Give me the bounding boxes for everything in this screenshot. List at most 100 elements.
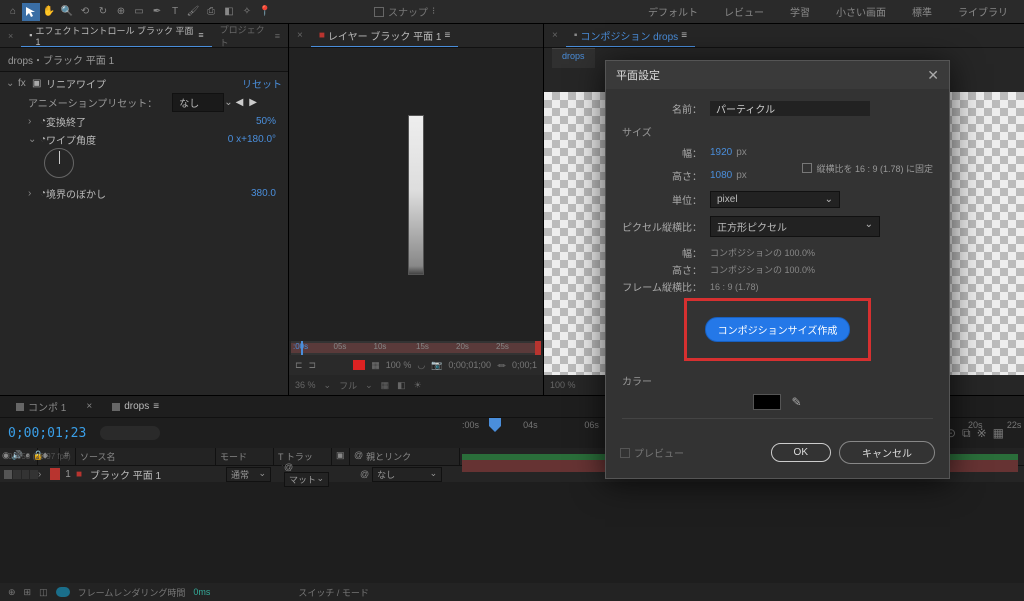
preset-prev-icon[interactable]: ◀ [233, 97, 247, 108]
in-point-icon[interactable]: ⊏ [295, 360, 303, 371]
camera-icon[interactable]: 📷 [431, 360, 442, 371]
ok-button[interactable]: OK [771, 443, 831, 462]
puppet-tool-icon[interactable]: 📍 [256, 3, 274, 21]
workspace-learn[interactable]: 学習 [778, 2, 822, 21]
twirl-down-icon[interactable]: ⌄ [28, 134, 40, 145]
eraser-tool-icon[interactable]: ◧ [220, 3, 238, 21]
timeline-tab-drops[interactable]: drops ≡ [102, 396, 169, 417]
preview-checkbox[interactable]: プレビュー [620, 445, 684, 460]
render-percent[interactable]: 100 % [386, 360, 412, 370]
toggle-modes-icon[interactable]: ⊞ [24, 587, 32, 598]
work-area-end[interactable] [535, 341, 541, 355]
timeline-tab-comp1[interactable]: コンポ 1 [6, 396, 76, 417]
zoom-percent[interactable]: 36 % [295, 380, 316, 390]
height-input[interactable]: 1080 [710, 170, 732, 181]
mask-icon[interactable]: ▣ [32, 78, 46, 89]
layer-color-label[interactable] [50, 468, 60, 480]
playhead-icon[interactable] [487, 418, 503, 436]
twirl-right-icon[interactable]: › [28, 188, 40, 199]
layer-name[interactable]: ブラック 平面 1 [86, 467, 226, 482]
home-icon[interactable]: ⌂ [4, 3, 22, 21]
exposure-icon[interactable]: ☀ [414, 380, 422, 391]
workspace-standard[interactable]: 標準 [900, 2, 944, 21]
pickwhip-icon[interactable]: @ [284, 462, 293, 472]
tab-layer-viewer[interactable]: ■ レイヤー ブラック 平面 1 ≡ [311, 24, 459, 47]
twirl-right-icon[interactable]: › [38, 469, 50, 480]
preset-dropdown[interactable]: なし [172, 93, 224, 112]
eyedropper-icon[interactable]: ✎ [791, 395, 801, 409]
track-matte-dropdown[interactable]: マット⌄ [284, 472, 329, 487]
twirl-right-icon[interactable]: › [28, 116, 40, 127]
zoom-percent[interactable]: 100 % [550, 380, 576, 390]
close-panel-icon[interactable]: × [0, 24, 21, 47]
playhead-icon[interactable] [301, 341, 303, 355]
parent-column[interactable]: 親とリンク [366, 450, 411, 463]
tab-effect-controls[interactable]: ▪ エフェクトコントロール ブラック 平面 1 ≡ [21, 24, 211, 47]
make-comp-size-button[interactable]: コンポジションサイズ作成 [705, 317, 851, 342]
visibility-toggle[interactable] [4, 470, 12, 479]
blend-mode-dropdown[interactable]: 通常⌄ [226, 467, 271, 482]
stamp-tool-icon[interactable]: ⎙ [202, 3, 220, 21]
snap-toggle[interactable]: スナップ ⁝ [374, 4, 435, 19]
hand-tool-icon[interactable]: ✋ [40, 3, 58, 21]
render-toggle[interactable] [56, 587, 70, 597]
layer-search-input[interactable] [100, 426, 160, 440]
pen-tool-icon[interactable]: ✒ [148, 3, 166, 21]
source-name-column[interactable]: ソース名 [76, 448, 216, 465]
tab-menu-icon[interactable]: ≡ [198, 30, 203, 40]
brush-tool-icon[interactable]: 🖌 [184, 3, 202, 21]
color-swatch[interactable] [753, 394, 781, 410]
current-time-display[interactable]: 0;00;01;23 [8, 426, 86, 441]
workspace-small[interactable]: 小さい画面 [824, 2, 898, 21]
anchor-tool-icon[interactable]: ⊕ [112, 3, 130, 21]
alpha-icon[interactable]: ▦ [371, 360, 380, 371]
rotate-tool-icon[interactable]: ↻ [94, 3, 112, 21]
reset-link[interactable]: リセット [242, 76, 282, 91]
close-tab-icon[interactable]: × [76, 396, 102, 417]
zoom-tool-icon[interactable]: 🔍 [58, 3, 76, 21]
twirl-down-icon[interactable]: ⌄ [6, 78, 18, 89]
tab-menu-icon[interactable]: ≡ [153, 401, 159, 412]
dialog-titlebar[interactable]: 平面設定 ✕ [606, 61, 949, 89]
effect-item[interactable]: ⌄ fx ▣ リニアワイプ リセット [2, 74, 286, 92]
workspace-library[interactable]: ライブラリ [946, 2, 1020, 21]
close-icon[interactable]: ✕ [927, 67, 939, 84]
roto-tool-icon[interactable]: ✧ [238, 3, 256, 21]
workspace-default[interactable]: デフォルト [636, 2, 710, 21]
name-field[interactable] [710, 101, 870, 116]
mode-column[interactable]: モード [216, 448, 274, 465]
tab-menu-icon[interactable]: ≡ [275, 31, 280, 41]
pixel-aspect-dropdown[interactable]: 正方形ピクセル ⌄ [710, 216, 880, 237]
out-point-icon[interactable]: ⊐ [309, 360, 317, 371]
fx-badge-icon[interactable]: fx [18, 78, 32, 89]
toggle-switches-icon[interactable]: ⊕ [8, 587, 16, 598]
channel-icon[interactable]: ◧ [397, 380, 406, 391]
time-display[interactable]: 0;00;01;00 [448, 360, 491, 370]
resolution-dropdown[interactable]: フル [339, 379, 357, 392]
pane-icon[interactable]: ◫ [39, 587, 48, 598]
width-input[interactable]: 1920 [710, 147, 732, 158]
switches-modes-toggle[interactable]: スイッチ / モード [298, 586, 369, 599]
flowchart-tab[interactable]: drops [552, 48, 595, 68]
chevron-down-icon[interactable]: ⌄ [224, 97, 232, 108]
orbit-tool-icon[interactable]: ⟲ [76, 3, 94, 21]
pickwhip-icon[interactable]: @ [360, 469, 369, 479]
selection-tool-icon[interactable] [22, 3, 40, 21]
tab-composition[interactable]: ▪ コンポジション drops ≡ [566, 24, 695, 47]
tab-menu-icon[interactable]: ≡ [681, 30, 687, 41]
grid-icon[interactable]: ▦ [381, 380, 390, 391]
preset-next-icon[interactable]: ▶ [246, 97, 260, 108]
tab-project[interactable]: プロジェクト ≡ [212, 24, 288, 47]
workspace-review[interactable]: レビュー [712, 2, 776, 21]
close-panel-icon[interactable]: × [289, 24, 311, 47]
parent-dropdown[interactable]: なし⌄ [372, 467, 442, 482]
tab-menu-icon[interactable]: ≡ [445, 30, 451, 41]
mini-timeline[interactable]: :00s 05s 10s 15s 20s 25s [291, 341, 541, 355]
unit-dropdown[interactable]: pixel ⌄ [710, 191, 840, 208]
angle-control[interactable] [44, 148, 74, 178]
layer-canvas[interactable] [289, 48, 543, 341]
text-tool-icon[interactable]: T [166, 3, 184, 21]
close-panel-icon[interactable]: × [544, 24, 566, 47]
rect-tool-icon[interactable]: ▭ [130, 3, 148, 21]
lock-aspect-checkbox[interactable]: 縦横比を 16 : 9 (1.78) に固定 [802, 145, 933, 191]
